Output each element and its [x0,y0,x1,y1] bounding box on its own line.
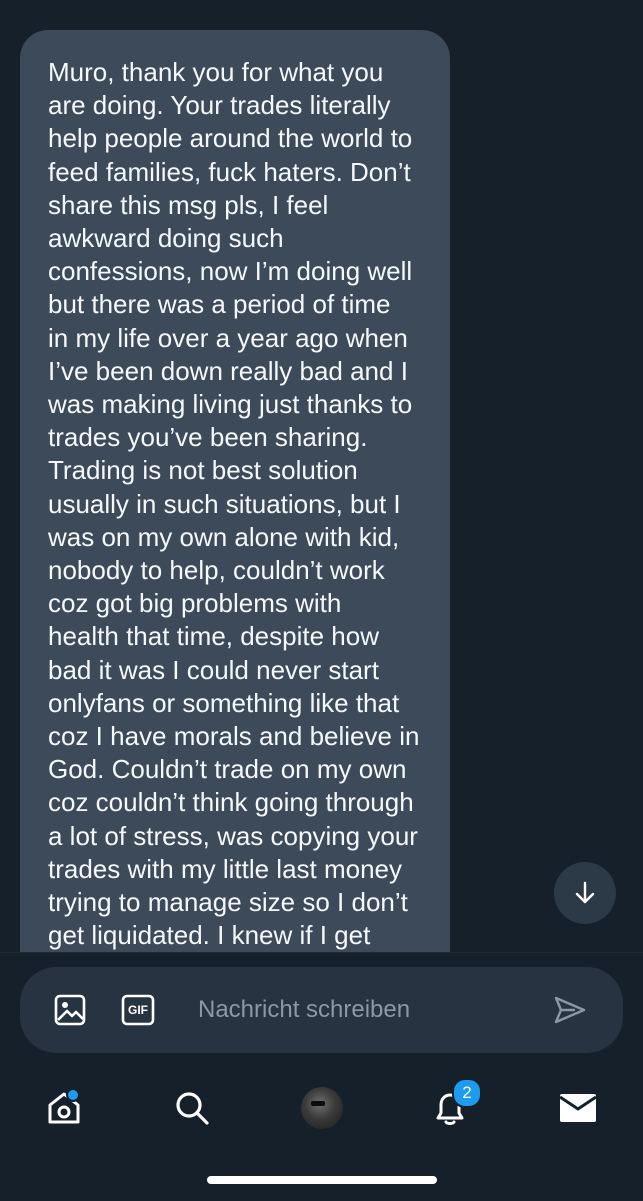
conversation-area: Muro, thank you for what you are doing. Y… [0,0,643,952]
message-line: health that time, despite how [48,621,379,652]
message-line: coz I have morals and believe in [48,721,420,752]
message-line: a lot of stress, was copying your [48,820,418,851]
message-line: but there was a period of time [48,289,391,320]
message-line: onlyfans or something like that [48,687,400,718]
envelope-icon [559,1094,597,1122]
message-line: God. Couldn’t trade on my own [48,754,407,785]
gif-button[interactable]: GIF [120,992,156,1028]
message-line: coz got big problems with [48,588,342,619]
message-line: confessions, now I’m doing well [48,256,413,287]
nav-search[interactable] [168,1084,216,1132]
send-button[interactable] [552,992,588,1028]
message-line: feed families, fuck haters. Don’t [48,156,411,187]
message-text: Muro, thank you for what you are doing. Y… [48,56,424,952]
message-line: are doing. Your trades literally [48,90,391,121]
nav-notifications[interactable]: 2 [426,1078,482,1132]
message-line: in my life over a year ago when [48,322,408,353]
message-line: Trading is not best solution [48,455,358,486]
home-indicator [207,1176,437,1184]
gif-label: GIF [128,1003,148,1017]
bottom-navigation: 2 [0,1062,643,1154]
nav-messages[interactable] [554,1084,602,1132]
message-line: usually in such situations, but I [48,488,401,519]
message-line: bad it was I could never start [48,654,379,685]
message-line: was making living just thanks to [48,389,413,420]
message-line: coz couldn’t think going through [48,787,414,818]
message-line: awkward doing such [48,223,284,254]
message-line: trades with my little last money [48,853,403,884]
image-icon [54,994,86,1026]
message-line: trying to manage size so I don’t [48,887,408,918]
message-line: share this msg pls, I feel [48,189,329,220]
message-line: was on my own alone with kid, [48,521,400,552]
message-bubble[interactable]: Muro, thank you for what you are doing. Y… [20,30,450,952]
message-line: nobody to help, couldn’t work [48,555,385,586]
home-unread-dot [66,1088,80,1102]
message-line: get liquidated. I knew if I get [48,920,371,951]
search-icon [176,1092,209,1125]
message-composer: GIF [20,967,623,1053]
message-input[interactable] [198,990,538,1030]
message-line: I’ve been down really bad and I [48,355,408,386]
message-line: trades you’ve been sharing. [48,422,368,453]
nav-profile[interactable] [298,1084,346,1132]
nav-home[interactable] [40,1084,88,1132]
image-button[interactable] [52,992,88,1028]
message-line: Muro, thank you for what you [48,57,384,87]
scroll-to-bottom-button[interactable] [554,862,616,924]
avatar [301,1087,343,1129]
notifications-badge: 2 [452,1078,482,1108]
arrow-down-icon [575,881,595,904]
send-icon [554,996,586,1024]
message-line: help people around the world to [48,123,413,154]
